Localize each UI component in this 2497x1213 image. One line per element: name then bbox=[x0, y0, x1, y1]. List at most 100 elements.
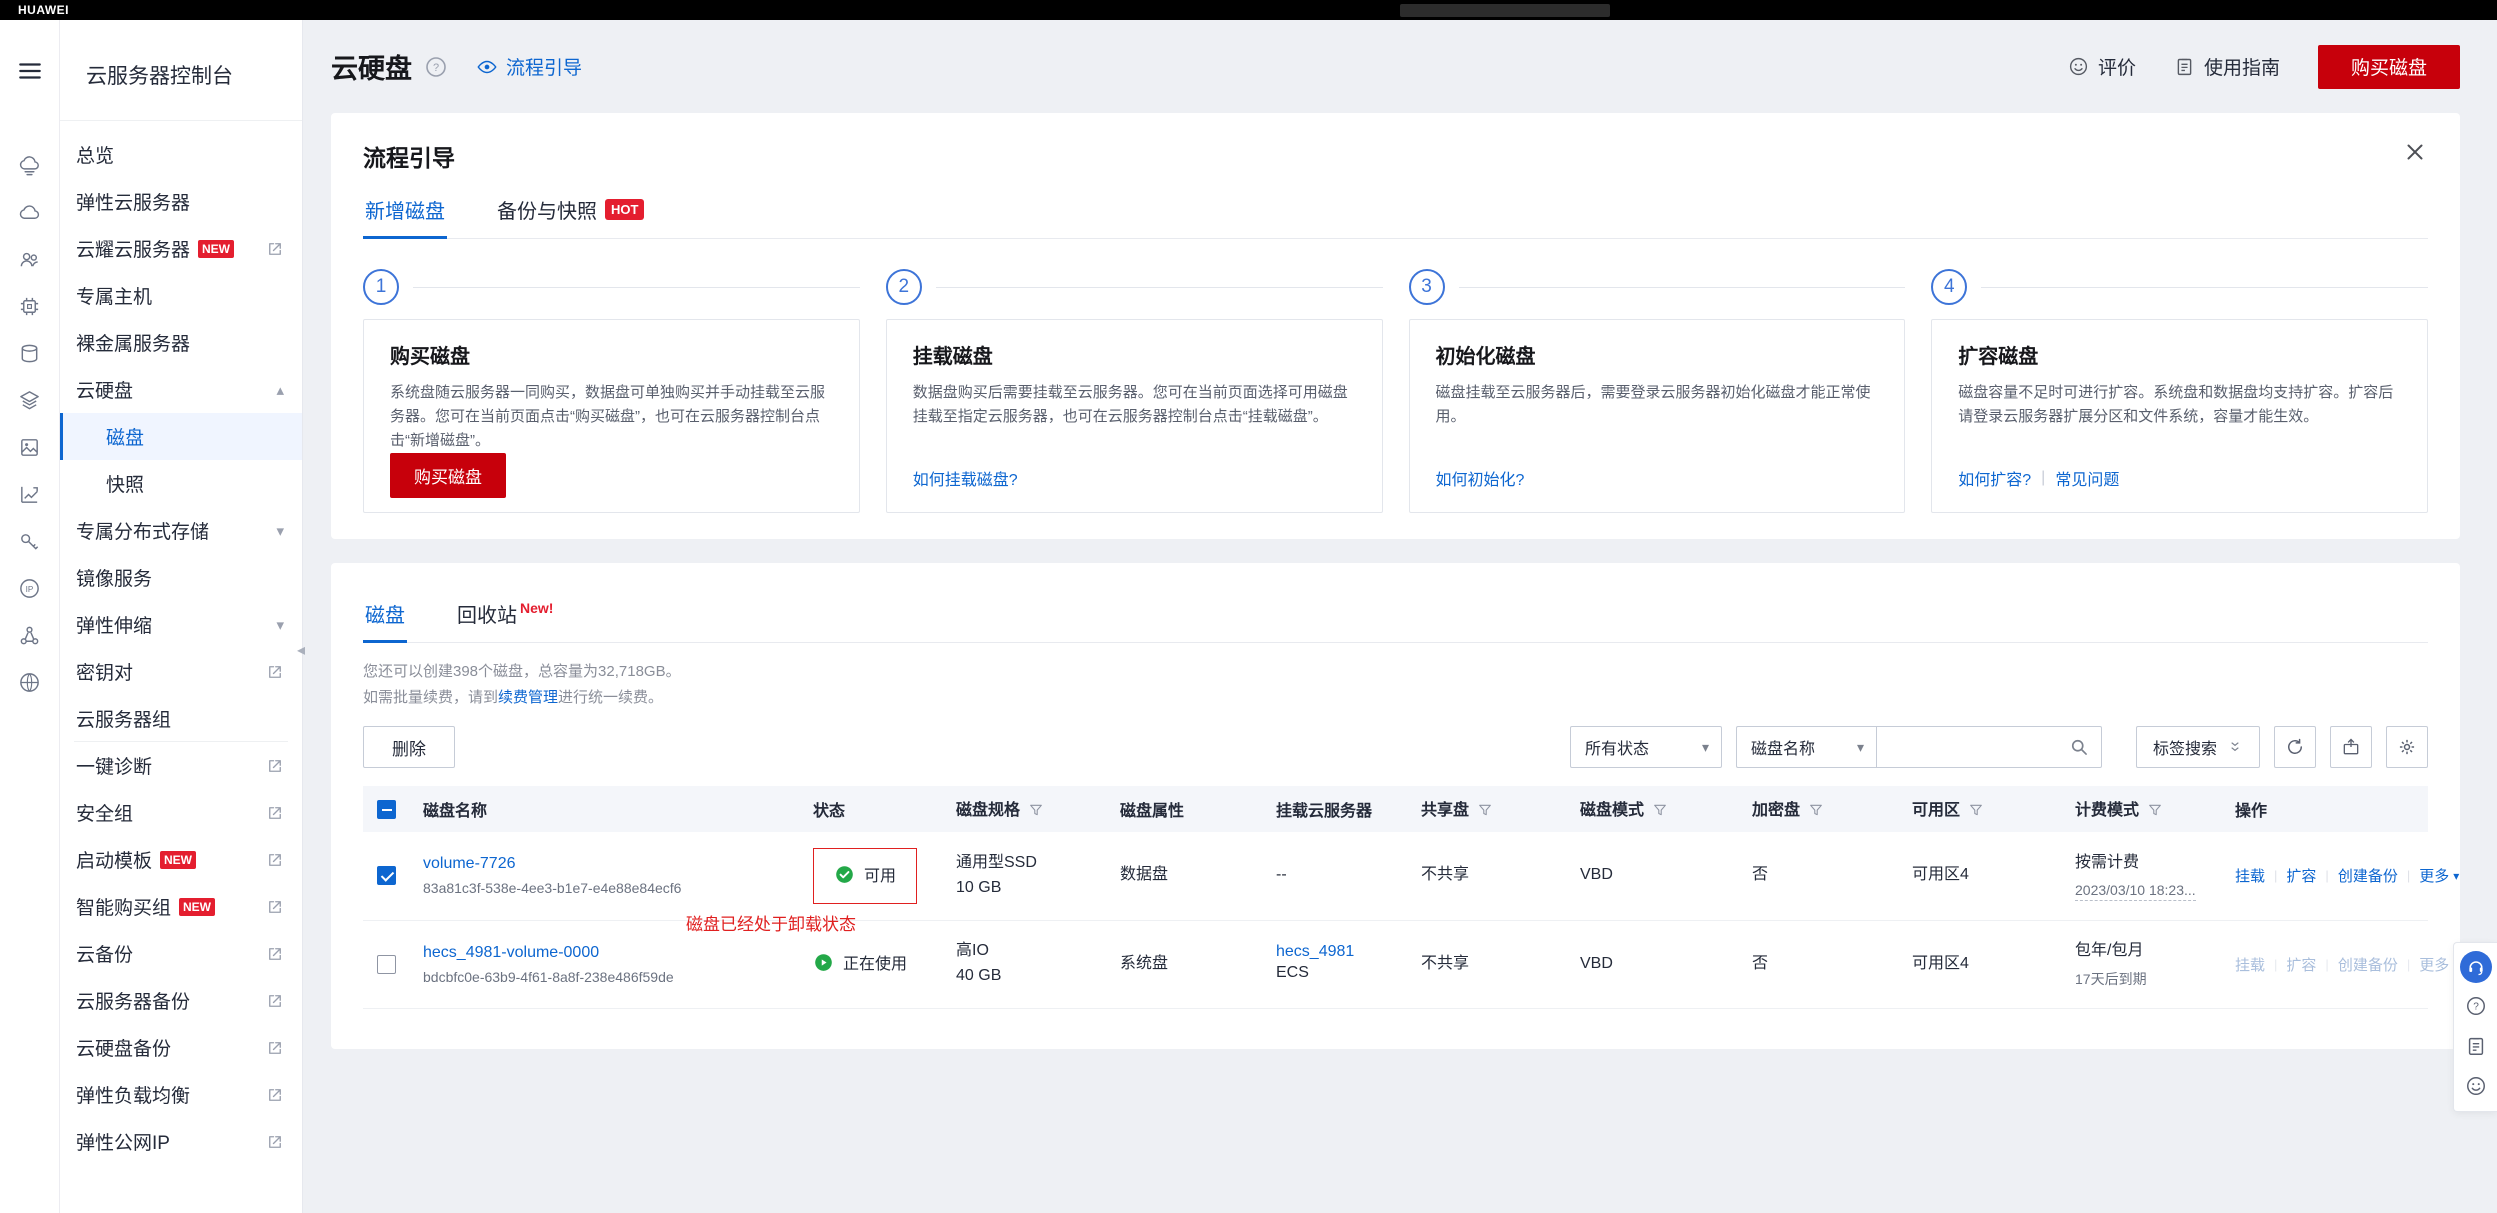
rail-item-as[interactable] bbox=[0, 471, 60, 518]
sidebar-item-evs-disk[interactable]: 磁盘 bbox=[60, 413, 302, 460]
sidebar-item-overview[interactable]: 总览 bbox=[60, 131, 302, 178]
rail-item-keypair[interactable] bbox=[0, 518, 60, 565]
sidebar-item-evs-snapshot[interactable]: 快照 bbox=[60, 460, 302, 507]
disk-encrypted: 否 bbox=[1752, 952, 1888, 977]
close-icon[interactable] bbox=[2402, 139, 2428, 165]
sidebar-item-launch-template[interactable]: 启动模板NEW bbox=[60, 836, 302, 883]
tag-search-button[interactable]: 标签搜索 bbox=[2136, 726, 2260, 768]
sidebar-item-eip[interactable]: 弹性公网IP bbox=[60, 1118, 302, 1165]
float-assistant-button[interactable] bbox=[2460, 951, 2492, 983]
op-create-backup[interactable]: 创建备份 bbox=[2338, 865, 2398, 886]
disk-name-link[interactable]: volume-7726 bbox=[423, 855, 516, 873]
disks-tab-recycle-bin[interactable]: 回收站New! bbox=[455, 583, 555, 642]
row-checkbox[interactable] bbox=[377, 955, 396, 974]
chevron-down-icon: ▾ bbox=[2453, 869, 2459, 883]
sidebar-item-ims[interactable]: 镜像服务 bbox=[60, 554, 302, 601]
filter-icon-wrap[interactable] bbox=[1028, 802, 1044, 823]
global-search-input[interactable] bbox=[1400, 4, 1610, 17]
step-buy-disk-button[interactable]: 购买磁盘 bbox=[390, 453, 506, 498]
sidebar-item-keypair[interactable]: 密钥对 bbox=[60, 648, 302, 695]
rail-item-eip[interactable]: IP bbox=[0, 565, 60, 612]
buy-disk-button[interactable]: 购买磁盘 bbox=[2318, 45, 2460, 89]
cloud-server-icon bbox=[18, 154, 41, 177]
rail-item-network[interactable] bbox=[0, 659, 60, 706]
filter-icon-wrap[interactable] bbox=[2147, 802, 2163, 823]
step-help-link[interactable]: 如何初始化? bbox=[1436, 466, 1525, 490]
rail-item-ims[interactable] bbox=[0, 424, 60, 471]
settings-button[interactable] bbox=[2386, 726, 2428, 768]
rail-item-ecs[interactable] bbox=[0, 142, 60, 189]
sidebar-collapse-icon[interactable]: ◂ bbox=[297, 640, 305, 660]
step-description: 系统盘随云服务器一同购买，数据盘可单独购买并手动挂载至云服务器。您可在当前页面点… bbox=[390, 381, 833, 453]
op-expand[interactable]: 扩容 bbox=[2286, 865, 2316, 886]
sidebar-item-elb[interactable]: 弹性负载均衡 bbox=[60, 1071, 302, 1118]
disks-tab-disks[interactable]: 磁盘 bbox=[363, 583, 407, 642]
float-feedback-button[interactable] bbox=[2459, 1069, 2493, 1103]
user-guide-link[interactable]: 使用指南 bbox=[2174, 53, 2280, 80]
row-operations: 挂载|扩容|创建备份|更多▾ bbox=[2235, 865, 2416, 886]
process-guide-link[interactable]: 流程引导 bbox=[476, 53, 582, 80]
status-filter-select[interactable]: 所有状态▾ bbox=[1570, 726, 1722, 768]
sidebar-item-hecs[interactable]: 云耀云服务器NEW bbox=[60, 225, 302, 272]
export-button[interactable] bbox=[2330, 726, 2372, 768]
search-icon[interactable] bbox=[2069, 737, 2089, 757]
refresh-button[interactable] bbox=[2274, 726, 2316, 768]
attached-server-link[interactable]: hecs_4981 bbox=[1276, 943, 1354, 961]
check-circle-icon bbox=[834, 864, 855, 885]
guide-tab-backup-snapshot[interactable]: 备份与快照HOT bbox=[495, 179, 646, 238]
menu-icon[interactable] bbox=[17, 58, 43, 84]
feedback-link[interactable]: 评价 bbox=[2068, 53, 2136, 80]
chevron-down-icon: ▾ bbox=[1857, 739, 1864, 756]
sidebar-item-diagnosis[interactable]: 一键诊断 bbox=[60, 742, 302, 789]
filter-icon-wrap[interactable] bbox=[1968, 802, 1984, 823]
sidebar-item-server-group[interactable]: 云服务器组 bbox=[60, 695, 302, 742]
sidebar-item-security-group[interactable]: 安全组 bbox=[60, 789, 302, 836]
step-help-link[interactable]: 如何扩容? bbox=[1958, 466, 2031, 490]
rail-item-bare-metal[interactable] bbox=[0, 283, 60, 330]
search-box bbox=[1876, 726, 2102, 768]
sidebar-item-cbr[interactable]: 云备份 bbox=[60, 930, 302, 977]
svg-text:?: ? bbox=[433, 62, 439, 74]
external-icon bbox=[266, 1133, 284, 1151]
op-attach[interactable]: 挂载 bbox=[2235, 865, 2265, 886]
sidebar-item-dedicated-host[interactable]: 专属主机 bbox=[60, 272, 302, 319]
help-icon[interactable]: ? bbox=[424, 55, 448, 79]
filter-icon-wrap[interactable] bbox=[1652, 802, 1668, 823]
rail-item-dss[interactable] bbox=[0, 377, 60, 424]
rail-item-server-group[interactable] bbox=[0, 612, 60, 659]
rail-item-evs[interactable] bbox=[0, 330, 60, 377]
rail-item-dedicated-host[interactable] bbox=[0, 236, 60, 283]
chevron-down-icon: ▾ bbox=[1702, 739, 1709, 756]
sidebar-item-dss[interactable]: 专属分布式存储▾ bbox=[60, 507, 302, 554]
funnel-icon bbox=[1477, 802, 1493, 818]
sidebar-item-csbs[interactable]: 云服务器备份 bbox=[60, 977, 302, 1024]
select-all-checkbox[interactable] bbox=[377, 800, 396, 819]
guide-tab-new-disk[interactable]: 新增磁盘 bbox=[363, 179, 447, 238]
float-help-button[interactable]: ? bbox=[2459, 989, 2493, 1023]
delete-button[interactable]: 删除 bbox=[363, 726, 455, 768]
floating-toolbar: ? bbox=[2453, 942, 2497, 1112]
guide-title: 流程引导 bbox=[363, 139, 455, 173]
step-help-link[interactable]: 常见问题 bbox=[2055, 466, 2119, 490]
row-checkbox[interactable] bbox=[377, 866, 396, 885]
sidebar-item-vbs[interactable]: 云硬盘备份 bbox=[60, 1024, 302, 1071]
float-survey-button[interactable] bbox=[2459, 1029, 2493, 1063]
sidebar-item-bms[interactable]: 裸金属服务器 bbox=[60, 319, 302, 366]
filter-icon-wrap[interactable] bbox=[1808, 802, 1824, 823]
renewal-management-link[interactable]: 续费管理 bbox=[498, 689, 558, 706]
sidebar-item-evs[interactable]: 云硬盘▴ bbox=[60, 366, 302, 413]
export-icon bbox=[2341, 737, 2361, 757]
op-more[interactable]: 更多▾ bbox=[2419, 865, 2459, 886]
sidebar-item-smart-purchase[interactable]: 智能购买组NEW bbox=[60, 883, 302, 930]
search-input[interactable] bbox=[1889, 738, 2069, 756]
sidebar-item-label: 磁盘 bbox=[106, 423, 144, 450]
sidebar-item-as[interactable]: 弹性伸缩▾ bbox=[60, 601, 302, 648]
rail-item-hecs[interactable] bbox=[0, 189, 60, 236]
disk-name-link[interactable]: hecs_4981-volume-0000 bbox=[423, 944, 599, 962]
filter-icon-wrap[interactable] bbox=[1477, 802, 1493, 823]
step-help-link[interactable]: 如何挂载磁盘? bbox=[913, 466, 1018, 490]
column-header-billing: 计费模式 bbox=[2063, 786, 2223, 832]
search-type-select[interactable]: 磁盘名称▾ bbox=[1736, 726, 1876, 768]
sidebar-item-label: 云服务器组 bbox=[76, 705, 171, 732]
sidebar-item-ecs[interactable]: 弹性云服务器 bbox=[60, 178, 302, 225]
